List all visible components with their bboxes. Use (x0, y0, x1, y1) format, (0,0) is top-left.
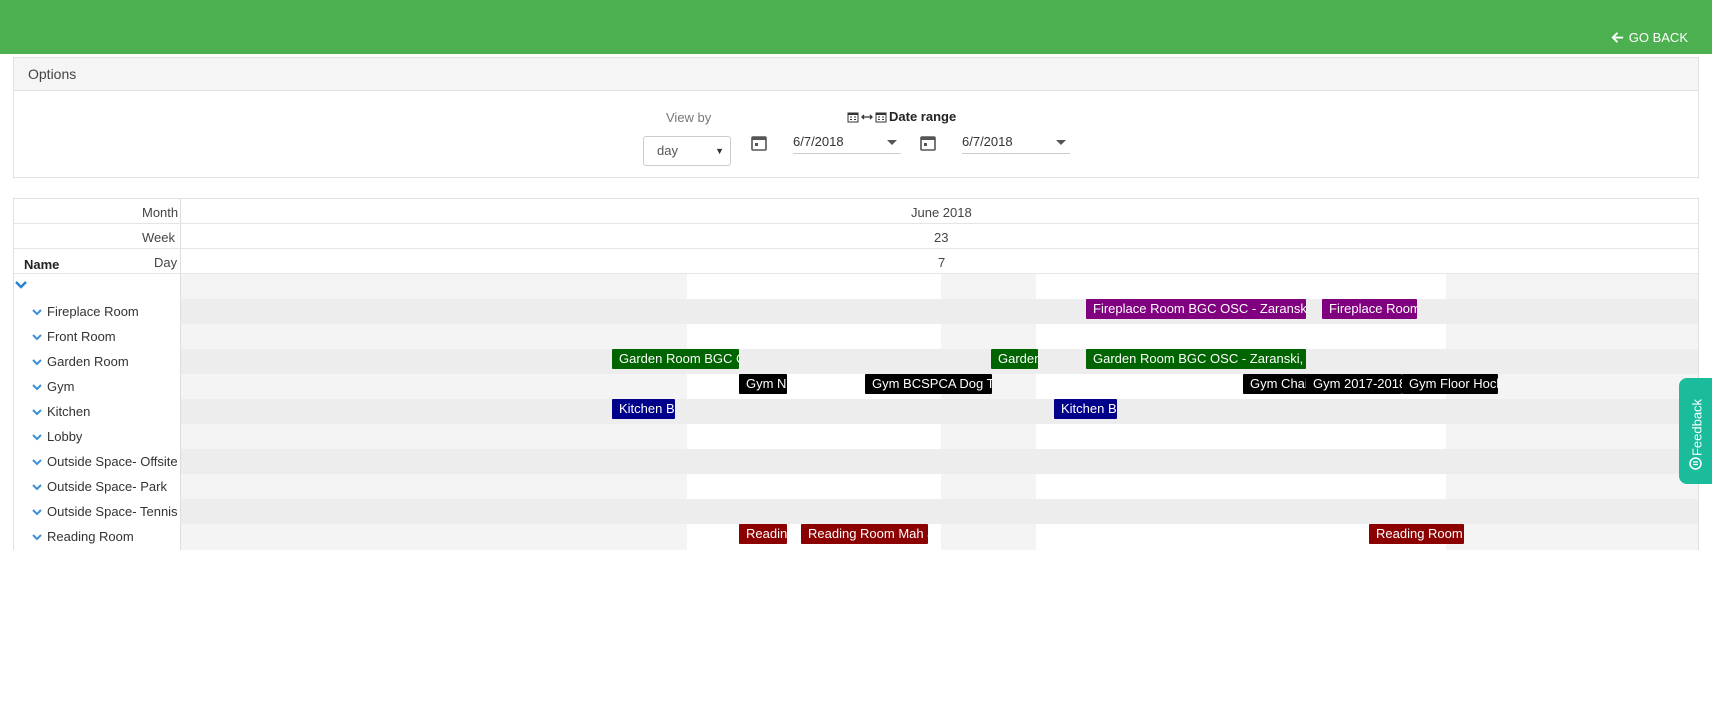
view-by-value: day (657, 143, 678, 158)
expand-chevron-icon[interactable] (32, 307, 42, 317)
end-date-value: 6/7/2018 (962, 134, 1013, 149)
resource-name[interactable]: Gym (47, 379, 74, 394)
event-block[interactable]: Kitchen B (612, 399, 675, 419)
top-bar: GO BACK (0, 0, 1712, 54)
go-back-button[interactable]: GO BACK (1610, 30, 1688, 45)
event-block[interactable]: Readin (739, 524, 787, 544)
caret-down-icon (1056, 140, 1066, 145)
day-label: Day (154, 255, 178, 270)
resource-name[interactable]: Fireplace Room (47, 304, 139, 319)
go-back-label: GO BACK (1628, 30, 1688, 45)
event-block[interactable]: Gym Floor Hock (1402, 374, 1498, 394)
day-value: 7 (938, 255, 946, 270)
collapse-all-chevron-icon[interactable] (15, 280, 27, 290)
event-block[interactable]: Fireplace Room BGC OSC - Zaranski, (1086, 299, 1306, 319)
month-label: Month (142, 205, 179, 220)
event-block[interactable]: Kitchen B (1054, 399, 1117, 419)
event-block[interactable]: Garden Room BGC C (612, 349, 739, 369)
expand-chevron-icon[interactable] (32, 532, 42, 542)
date-range-label: Date range (889, 109, 957, 124)
event-block[interactable]: Gym 2017-2018 (1306, 374, 1402, 394)
resource-name[interactable]: Outside Space- Offsite (47, 454, 178, 469)
resource-row (14, 449, 1698, 474)
start-date-input[interactable]: 6/7/2018 (793, 130, 901, 154)
resource-name[interactable]: Outside Space- Tennis C (47, 504, 179, 519)
arrow-left-icon (1611, 32, 1623, 43)
feedback-icon (1689, 457, 1702, 470)
resource-name[interactable]: Kitchen (47, 404, 90, 419)
calendar-icon (847, 112, 859, 122)
options-header[interactable]: Options (14, 58, 1698, 91)
expand-chevron-icon[interactable] (32, 507, 42, 517)
event-block[interactable]: Fireplace Room (1322, 299, 1417, 319)
feedback-label: Feedback (1689, 398, 1705, 457)
date-range-title: Date range (847, 109, 956, 124)
start-date-calendar-icon[interactable] (750, 134, 768, 152)
event-block[interactable]: Garden (991, 349, 1038, 369)
resource-name[interactable]: Front Room (47, 329, 116, 344)
resource-row (14, 299, 1698, 324)
expand-chevron-icon[interactable] (32, 332, 42, 342)
resource-row (14, 424, 1698, 449)
scheduler: Fireplace Room BGC OSC - Zaranski, Firepl… (13, 198, 1699, 550)
name-column-label: Name (24, 257, 60, 272)
arrows-horizontal-icon (861, 114, 873, 119)
resource-row (14, 349, 1698, 374)
resource-name[interactable]: Reading Room (47, 529, 134, 544)
options-title: Options (28, 66, 77, 82)
day-header-row: Name Day 7 (14, 249, 1698, 274)
resource-row (14, 324, 1698, 349)
view-by-select[interactable]: day ▼ (643, 136, 731, 166)
caret-down-icon (887, 140, 897, 145)
event-block[interactable]: Gym N (739, 374, 787, 394)
week-label: Week (142, 230, 175, 245)
week-header-row: Week 23 (14, 224, 1698, 249)
options-panel: Options View by day ▼ Date range 6/7/201… (13, 57, 1699, 178)
event-block[interactable]: Garden Room BGC OSC - Zaranski, T (1086, 349, 1306, 369)
select-caret-icon: ▼ (715, 146, 724, 156)
month-header-row: Month June 2018 (14, 199, 1698, 224)
resource-row (14, 474, 1698, 499)
end-date-input[interactable]: 6/7/2018 (962, 130, 1070, 154)
expand-chevron-icon[interactable] (32, 407, 42, 417)
expand-chevron-icon[interactable] (32, 382, 42, 392)
start-date-value: 6/7/2018 (793, 134, 844, 149)
event-block[interactable]: Gym BCSPCA Dog T (865, 374, 992, 394)
calendar-icon (875, 112, 887, 122)
expand-chevron-icon[interactable] (32, 357, 42, 367)
feedback-tab[interactable]: Feedback (1679, 378, 1712, 484)
resource-row (14, 499, 1698, 524)
expand-chevron-icon[interactable] (32, 482, 42, 492)
event-block[interactable]: Reading Room Mah J (801, 524, 928, 544)
expand-chevron-icon[interactable] (32, 432, 42, 442)
resource-name[interactable]: Garden Room (47, 354, 129, 369)
expand-chevron-icon[interactable] (32, 457, 42, 467)
end-date-calendar-icon[interactable] (919, 134, 937, 152)
event-block[interactable]: Gym Chai (1243, 374, 1307, 394)
month-value: June 2018 (911, 205, 972, 220)
resource-name[interactable]: Outside Space- Park (47, 479, 167, 494)
week-value: 23 (934, 230, 949, 245)
resource-name[interactable]: Lobby (47, 429, 82, 444)
resource-row (14, 399, 1698, 424)
view-by-label: View by (666, 110, 712, 125)
event-block[interactable]: Reading Room (1369, 524, 1464, 544)
